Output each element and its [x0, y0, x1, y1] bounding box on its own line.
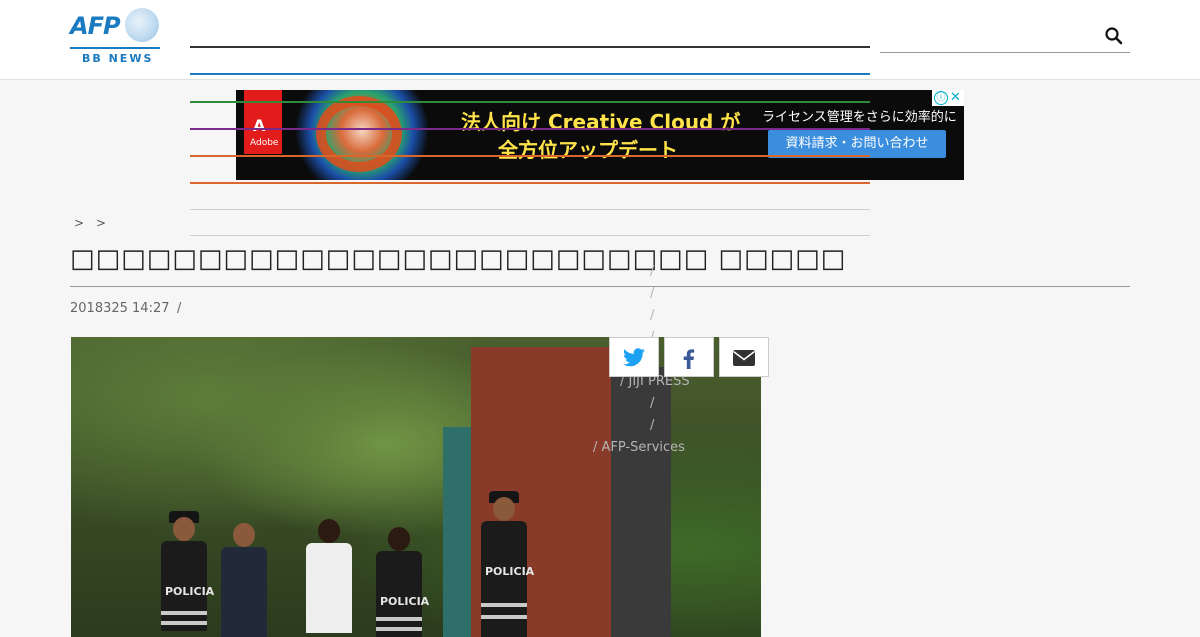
photo-credit-7: / — [650, 396, 655, 411]
ad-headline-line1: 法人向け Creative Cloud が — [461, 110, 741, 134]
photo-officer-4: POLICIA — [376, 527, 429, 637]
email-icon — [733, 350, 755, 366]
nav-bar-line-4[interactable] — [190, 128, 870, 130]
nav-bar-line-7[interactable] — [190, 209, 870, 210]
photo-credit-2: / — [650, 286, 655, 301]
afp-bb-news-logo[interactable]: AFP BB NEWS — [70, 8, 162, 66]
ad-close-icon[interactable]: ✕ — [950, 90, 961, 105]
nav-bar-line-6[interactable] — [190, 182, 870, 184]
creative-cloud-artwork — [292, 90, 432, 180]
search-input[interactable] — [880, 22, 1130, 53]
globe-icon — [125, 8, 159, 42]
share-twitter-button[interactable] — [609, 337, 659, 377]
nav-bar-line-5[interactable] — [190, 155, 870, 157]
nav-bar-line-3[interactable] — [190, 101, 870, 103]
photo-credit-1: / — [650, 264, 655, 279]
breadcrumb[interactable]: > > — [74, 216, 110, 230]
adobe-wordmark: Adobe — [250, 138, 279, 148]
adobe-a-icon: A — [253, 116, 266, 135]
ad-cta-button[interactable]: 資料請求・お問い合わせ — [768, 130, 946, 158]
photo-credit-3: / — [650, 308, 655, 323]
vest-label: POLICIA — [165, 585, 215, 598]
publish-date: 2018325 14:27 — [70, 301, 170, 316]
photo-officer-5: POLICIA — [481, 491, 534, 637]
adchoices-badge[interactable]: ⓘ ✕ — [932, 90, 964, 106]
site-header: AFP BB NEWS — [0, 0, 1200, 80]
photo-person-3 — [306, 519, 352, 637]
photo-officer-1: POLICIA — [161, 511, 214, 637]
facebook-icon — [683, 349, 695, 369]
nav-bar-line-8[interactable] — [190, 235, 870, 236]
creative-cloud-ring-icon — [316, 96, 402, 172]
adchoices-info-icon[interactable]: ⓘ — [934, 91, 948, 105]
ad-headline-line2: 全方位アップデート — [498, 138, 678, 162]
search-icon[interactable] — [1104, 26, 1124, 46]
share-facebook-button[interactable] — [664, 337, 714, 377]
advertisement-banner[interactable]: A Adobe 法人向け Creative Cloud が 全方位アップデート … — [236, 90, 964, 180]
logo-afp-text: AFP — [70, 12, 121, 40]
photo-credit-8: / — [650, 418, 655, 433]
logo-bb-news-text: BB NEWS — [82, 52, 154, 65]
date-separator: / — [177, 301, 182, 316]
ad-subtext: ライセンス管理をさらに効率的に — [762, 110, 957, 125]
logo-divider — [70, 47, 160, 49]
share-email-button[interactable] — [719, 337, 769, 377]
twitter-icon — [623, 348, 645, 367]
photo-doorway — [611, 367, 671, 637]
nav-bar-line-1[interactable] — [190, 46, 870, 48]
photo-credit-9: / AFP-Services — [593, 440, 685, 455]
adobe-logo: A Adobe — [244, 90, 282, 154]
article-title: □□□□□□□□□□□□□□□□□□□□□□□□□ □□□□□ — [70, 244, 847, 274]
title-divider — [70, 286, 1130, 287]
photo-person-2 — [221, 523, 267, 637]
nav-bar-line-2[interactable] — [190, 73, 870, 75]
